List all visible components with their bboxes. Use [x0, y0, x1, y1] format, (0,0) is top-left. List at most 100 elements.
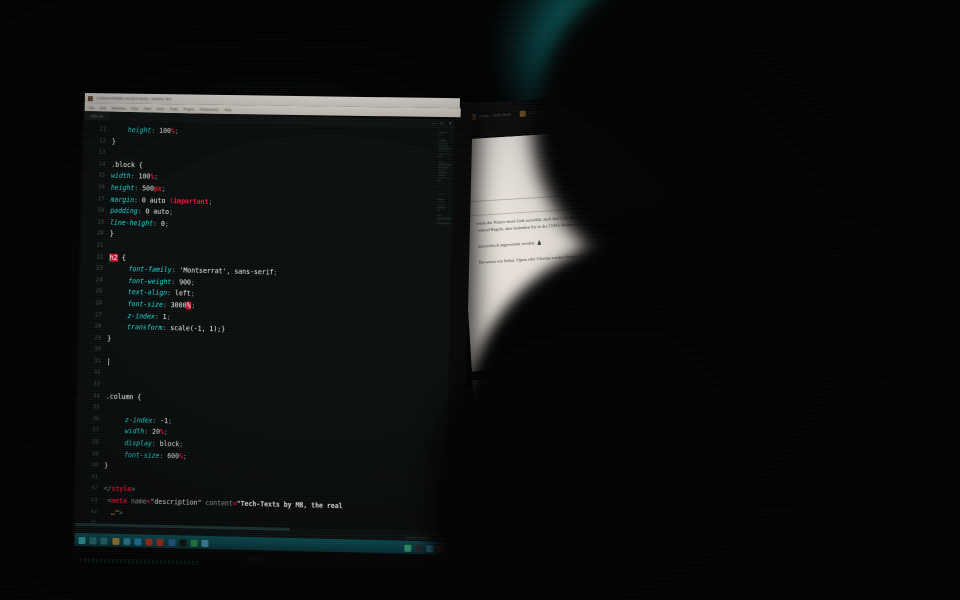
browser-tab[interactable]: Einstellungen [637, 102, 670, 110]
minimap-line [438, 150, 449, 153]
close-icon[interactable]: × [449, 121, 451, 126]
code-text[interactable]: height: 100%;} .block {width: 100%; heigh… [101, 121, 454, 524]
minimap-line [437, 185, 440, 187]
network-icon[interactable] [426, 544, 434, 552]
minimap-line [437, 203, 445, 206]
browser-tab[interactable]: Lorem ipsum Generator [579, 104, 629, 114]
brand-logo: Dell [247, 557, 263, 565]
search-icon[interactable] [89, 536, 97, 544]
system-tray[interactable] [404, 544, 448, 553]
cloud-icon[interactable] [404, 544, 412, 552]
mail-icon[interactable] [134, 537, 142, 545]
line-number: 19 [97, 219, 105, 226]
minimap-line [437, 198, 445, 201]
menu-item-tools[interactable]: Tools [170, 106, 178, 110]
task-view-icon[interactable] [100, 537, 108, 545]
line-number: 16 [97, 184, 105, 191]
file-explorer-icon[interactable] [111, 537, 120, 545]
line-number: 42 [90, 485, 98, 492]
gear-icon[interactable]: ⚙ [753, 158, 764, 170]
minimap-line [437, 220, 442, 222]
browser-icon[interactable] [145, 538, 153, 546]
minimap-line [438, 155, 442, 158]
line-number: 15 [98, 172, 106, 179]
browser-tab[interactable]: CSS Grid Layout – Doku [519, 108, 571, 117]
line-number: 41 [91, 474, 99, 481]
minimap-line [438, 152, 450, 155]
menu-item-project[interactable]: Project [183, 106, 194, 110]
window-title: C:\Users\mb\style.css (tech-texts) - Sub… [95, 96, 172, 102]
browser-tab[interactable]: Home – Tech-Texts [469, 111, 512, 121]
chat-icon[interactable] [201, 539, 209, 547]
minimize-icon[interactable]: – [432, 120, 434, 125]
minimap-line [438, 160, 444, 163]
line-number: 37 [92, 427, 100, 434]
minimap-line [438, 147, 452, 150]
code-area[interactable]: 11 12 13 14 15 16 17 18 19 20 21 22 23 24 25 26 27 28 29 30… [75, 120, 454, 527]
menu-item-goto[interactable]: Goto [157, 106, 165, 110]
tab-favicon-icon [678, 100, 685, 107]
window-controls[interactable]: – □ × [432, 120, 451, 125]
photoshop-icon[interactable] [156, 538, 164, 546]
tab-favicon-icon [579, 106, 586, 114]
teal-ambient-core [545, 0, 665, 80]
line-number: 20 [96, 230, 104, 237]
browser-tab[interactable]: Neuer Eintrag [678, 99, 711, 107]
minimap-line [438, 163, 452, 166]
menu-item-selection[interactable]: Selection [111, 105, 125, 109]
status-syntax[interactable]: CSS [438, 536, 445, 540]
minimap-line [438, 142, 448, 144]
browser-tab-strip[interactable]: Home – Tech-Texts CSS Grid Layout – Doku L… [469, 99, 711, 121]
line-number: 32 [93, 369, 101, 376]
edit-button[interactable]: Bearbeiten [718, 159, 749, 172]
line-number: 25 [95, 288, 103, 295]
line-number: 18 [97, 207, 105, 214]
minimap-line [437, 209, 441, 211]
minimap-line [438, 139, 446, 142]
speak-link[interactable]: Sprechen [697, 164, 714, 170]
menu-item-edit[interactable]: Edit [100, 105, 106, 109]
sublime-text-icon[interactable] [190, 539, 198, 547]
browser-page: Sprechen Bearbeiten ⚙ wenn der Nutzer ei… [457, 119, 796, 434]
line-number: 29 [94, 335, 102, 342]
maximize-icon[interactable]: □ [441, 120, 444, 125]
line-number: 17 [97, 195, 105, 203]
security-icon[interactable] [415, 544, 423, 552]
line-number: 12 [99, 137, 106, 145]
sublime-text-icon [87, 95, 93, 101]
minimap-line [437, 222, 450, 225]
menu-item-preferences[interactable]: Preferences [200, 107, 219, 111]
secondary-monitor: Home – Tech-Texts CSS Grid Layout – Doku L… [455, 83, 796, 434]
line-number: 35 [92, 404, 100, 411]
status-line-col: Line 43, Column 1 [405, 535, 432, 540]
minimap-line [437, 201, 444, 203]
minimap-line [438, 174, 446, 177]
menu-item-find[interactable]: Find [131, 106, 138, 110]
editor-icon[interactable] [167, 538, 176, 546]
line-number: 44 [90, 508, 98, 516]
line-number: 14 [98, 161, 106, 168]
line-number: 24 [95, 277, 103, 284]
monitor-shadow-band [471, 351, 792, 381]
menu-item-view[interactable]: View [144, 106, 152, 110]
start-button[interactable] [78, 536, 86, 544]
settings-icon[interactable] [123, 537, 131, 545]
line-number: 31 [93, 358, 101, 365]
line-number: 40 [91, 462, 99, 469]
line-number: 23 [96, 265, 103, 272]
minimap-line [439, 131, 447, 134]
tab-title: Einstellungen [646, 102, 670, 108]
taskbar-spacer [213, 543, 401, 547]
minimap-line [438, 169, 447, 171]
menu-item-help[interactable]: Help [224, 107, 231, 111]
tab-title: Home – Tech-Texts [478, 112, 512, 119]
minimap-line [437, 217, 452, 220]
minimap-line [437, 214, 442, 217]
menu-item-file[interactable]: File [89, 105, 95, 109]
recording-icon[interactable] [437, 544, 445, 553]
line-number: 36 [92, 416, 100, 423]
terminal-icon[interactable] [179, 538, 187, 547]
person-icon [537, 240, 541, 245]
minimap-line [438, 171, 448, 174]
line-number: 38 [91, 439, 99, 446]
